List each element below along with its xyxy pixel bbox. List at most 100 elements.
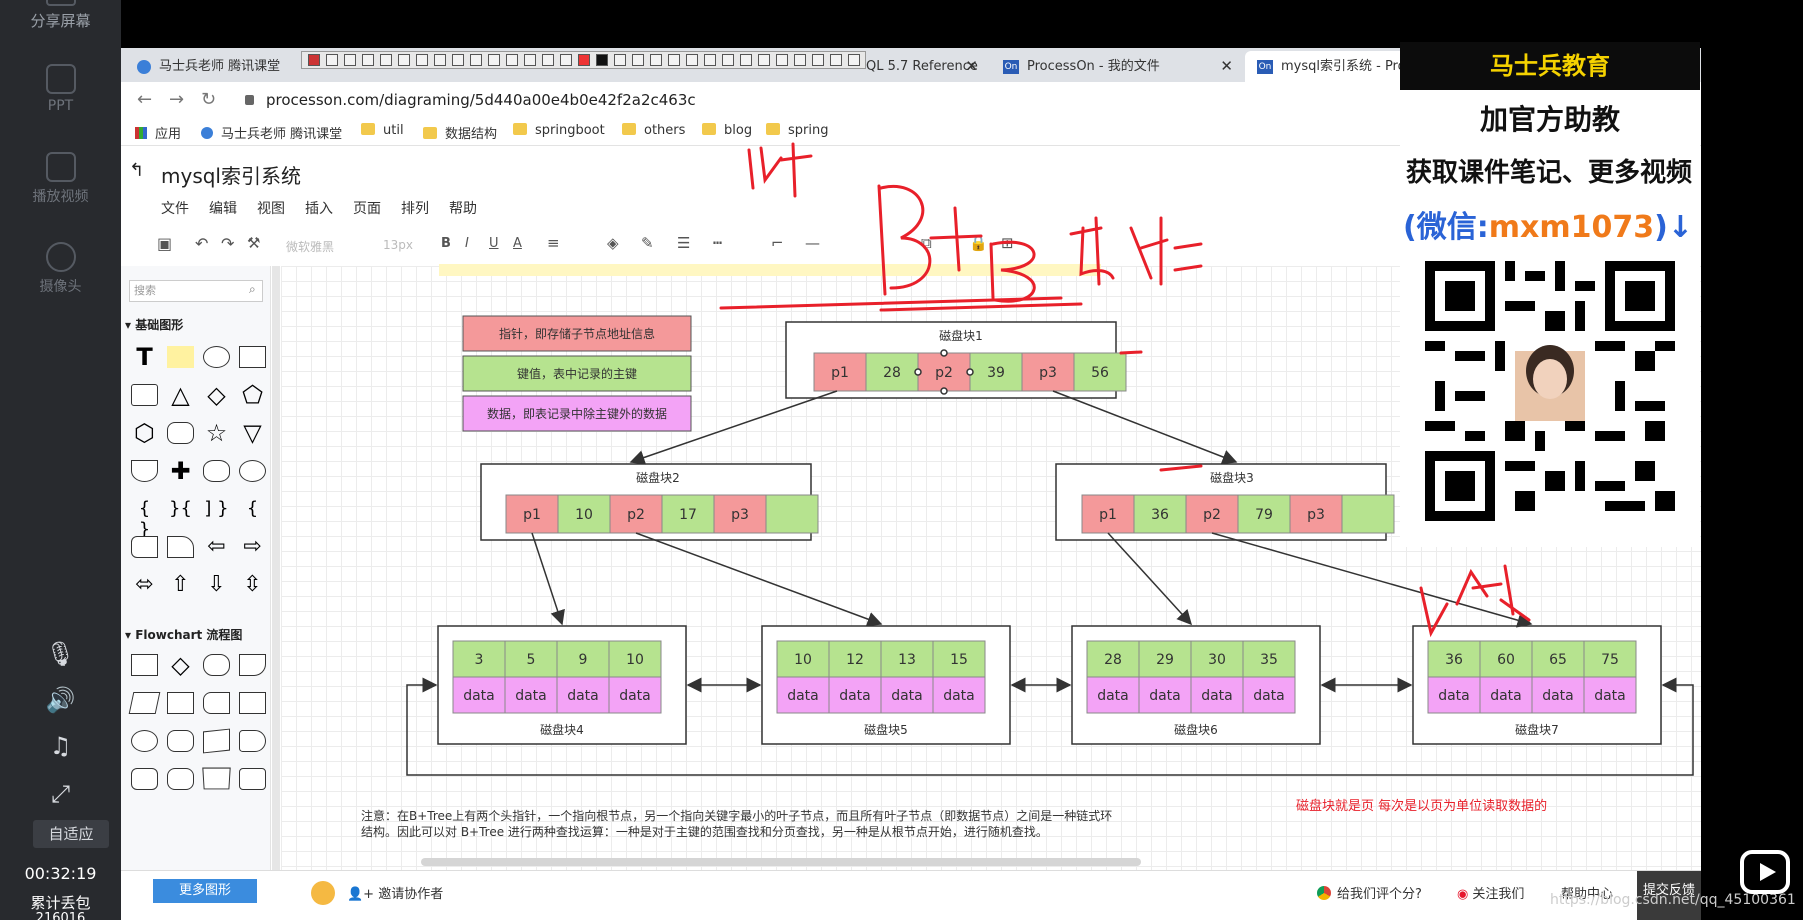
ppt-icon	[45, 64, 76, 94]
cell-text: 28	[1104, 652, 1122, 668]
ink-letter-b2	[989, 240, 1036, 303]
cell-text: data	[1149, 688, 1181, 704]
follow-us-button[interactable]: ◉ 关注我们	[1457, 883, 1524, 902]
cell-text: 79	[1255, 507, 1273, 523]
cell-text: data	[839, 688, 871, 704]
follow-label: 关注我们	[1472, 887, 1525, 902]
ink-char-2	[1129, 216, 1203, 286]
edge-b1-b3	[1052, 390, 1238, 465]
disk-block-4[interactable]: 3 5 9 10 data data data data 磁盘块4	[437, 625, 687, 745]
cell-text: 60	[1497, 652, 1515, 668]
ink-char-1	[1069, 216, 1115, 286]
cell-text: data	[1097, 688, 1129, 704]
note-line-1: 注意：在B+Tree上有两个头指针，一个指向根节点，另一个指向关键字最小的叶子节…	[361, 808, 1112, 823]
video-play-icon[interactable]	[1740, 850, 1790, 894]
cell-text: 75	[1601, 652, 1619, 668]
cell-text: 28	[883, 365, 901, 381]
cell-text: 9	[579, 652, 588, 668]
camera-button[interactable]: 摄像头	[0, 242, 121, 296]
ink-letter-b	[877, 184, 932, 296]
disk-block-5[interactable]: 10 12 13 15 data data data data 磁盘块5	[761, 625, 1011, 745]
selection-handle[interactable]	[914, 368, 922, 376]
chrome-icon	[1317, 886, 1331, 900]
cell-text: 29	[1156, 652, 1174, 668]
cell-text: 5	[527, 652, 536, 668]
elapsed-time: 00:32:19	[24, 864, 97, 883]
cell-text: p3	[1307, 507, 1325, 523]
cell-text: 15	[950, 652, 968, 668]
cell-text: p1	[1099, 507, 1117, 523]
note-line-2: 结构。因此可以对 B+Tree 进行两种查找运算：一种是对于主键的范围查找和分页…	[361, 824, 1048, 839]
more-shapes-button[interactable]: 更多图形	[153, 879, 257, 903]
fit-button[interactable]: 自适应	[33, 820, 109, 848]
cell-text: data	[787, 688, 819, 704]
legend-data-text: 数据，即表记录中除主键外的数据	[487, 406, 667, 421]
ink-plus	[929, 206, 983, 272]
share-screen-button[interactable]: 分享屏幕	[0, 0, 121, 31]
cell-text: 10	[626, 652, 644, 668]
packet-loss-value: 216016	[35, 911, 86, 920]
red-note: 磁盘块就是页 每次是以页为单位读取数据的	[1296, 798, 1547, 814]
cell-text: 13	[898, 652, 916, 668]
status-bar: 更多图形 👤+ 邀请协作者 给我们评个分? ◉ 关注我们 帮助中心 提交反馈	[121, 870, 1701, 920]
edge-b2-b4	[531, 532, 565, 626]
cell-text: data	[1490, 688, 1522, 704]
user-avatar[interactable]	[311, 881, 335, 905]
share-screen-icon	[45, 0, 76, 6]
play-icon	[45, 152, 76, 182]
weibo-icon: ◉	[1457, 887, 1469, 902]
cell-text: data	[1253, 688, 1285, 704]
cell-text: 65	[1549, 652, 1567, 668]
music-icon[interactable]: ♫	[0, 732, 121, 760]
speaker-icon[interactable]: 🔊	[0, 686, 121, 714]
cell-text: p1	[831, 365, 849, 381]
selection-handle[interactable]	[940, 349, 948, 357]
cell-key	[1341, 494, 1395, 534]
share-screen-label: 分享屏幕	[30, 12, 91, 30]
disk-block-1[interactable]: 磁盘块1 p1 28 p2 39 p3 56	[785, 321, 1127, 399]
cell-text: data	[1542, 688, 1574, 704]
ppt-label: PPT	[47, 98, 74, 114]
play-video-button[interactable]: 播放视频	[0, 152, 121, 206]
edge-b3-b6	[1107, 532, 1193, 626]
cell-text: data	[943, 688, 975, 704]
wechat-suffix: )↓	[1654, 210, 1693, 245]
cell-text: 10	[794, 652, 812, 668]
cell-text: data	[515, 688, 547, 704]
ink-scribble-right	[1419, 564, 1531, 638]
cell-text: data	[1594, 688, 1626, 704]
canvas-horizontal-scrollbar[interactable]	[421, 858, 1141, 866]
ink-scribble-top	[747, 142, 813, 198]
selection-handle[interactable]	[940, 387, 948, 395]
disk-block-6[interactable]: 28 29 30 35 data data data data 磁盘块6	[1071, 625, 1321, 745]
cell-text: p2	[627, 507, 645, 523]
fullscreen-icon[interactable]: ⤢	[0, 780, 121, 808]
ppt-button[interactable]: PPT	[0, 64, 121, 114]
rate-us-button[interactable]: 给我们评个分?	[1317, 883, 1422, 902]
cell-text: p2	[1203, 507, 1221, 523]
promo-line-2: 获取课件笔记、更多视频	[1406, 158, 1693, 188]
cell-text: data	[619, 688, 651, 704]
disk-block-7[interactable]: 36 60 65 75 data data data data 磁盘块7	[1412, 625, 1662, 745]
block-label: 磁盘块3	[1210, 470, 1254, 485]
legend: 指针，即存储子节点地址信息 键值，表中记录的主键 数据，即表记录中除主键外的数据	[462, 315, 692, 432]
block-label: 磁盘块1	[939, 328, 983, 343]
camera-label: 摄像头	[39, 279, 82, 295]
play-video-label: 播放视频	[32, 189, 89, 205]
wechat-id: mxm1073	[1488, 210, 1655, 245]
cell-text: data	[463, 688, 495, 704]
invite-label: 邀请协作者	[378, 887, 444, 902]
selection-handle[interactable]	[966, 368, 974, 376]
cell-text: data	[1201, 688, 1233, 704]
mic-muted-icon[interactable]: 🎙	[0, 640, 121, 668]
qr-code	[1425, 261, 1675, 521]
packet-loss-label: 累计丢包	[30, 894, 91, 912]
invite-collaborator-button[interactable]: 👤+ 邀请协作者	[347, 883, 443, 902]
cell-text: p3	[731, 507, 749, 523]
rate-label: 给我们评个分?	[1337, 887, 1422, 902]
block-label: 磁盘块2	[636, 470, 680, 485]
block-label: 磁盘块6	[1174, 722, 1218, 737]
disk-block-2[interactable]: 磁盘块2 p1 10 p2 17 p3	[480, 463, 819, 541]
cell-text: 30	[1208, 652, 1226, 668]
disk-block-3[interactable]: 磁盘块3 p1 36 p2 79 p3	[1055, 463, 1395, 541]
